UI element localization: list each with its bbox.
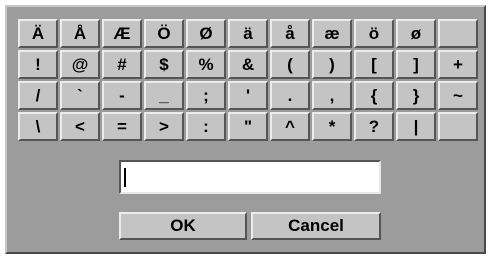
- char-key[interactable]: {: [354, 81, 394, 110]
- char-key[interactable]: `: [60, 81, 100, 110]
- text-cursor: [124, 168, 126, 187]
- ok-button[interactable]: OK: [119, 212, 247, 240]
- char-key[interactable]: ö: [354, 19, 394, 48]
- character-picker-dialog: Ä Å Æ Ö Ø ä å æ ö ø ! @ # $ % & ( ) [ ] …: [5, 5, 486, 254]
- char-key[interactable]: ä: [228, 19, 268, 48]
- char-key[interactable]: #: [102, 50, 142, 79]
- char-key[interactable]: (: [270, 50, 310, 79]
- char-key[interactable]: Ö: [144, 19, 184, 48]
- blank-key[interactable]: [438, 19, 478, 48]
- char-key[interactable]: %: [186, 50, 226, 79]
- char-key[interactable]: ): [312, 50, 352, 79]
- char-key[interactable]: |: [396, 112, 436, 141]
- char-key[interactable]: \: [18, 112, 58, 141]
- char-key[interactable]: Ä: [18, 19, 58, 48]
- char-key[interactable]: }: [396, 81, 436, 110]
- char-key[interactable]: ~: [438, 81, 478, 110]
- char-key[interactable]: ^: [270, 112, 310, 141]
- char-key[interactable]: ": [228, 112, 268, 141]
- char-key[interactable]: Æ: [102, 19, 142, 48]
- char-key[interactable]: .: [270, 81, 310, 110]
- char-key[interactable]: ]: [396, 50, 436, 79]
- blank-key[interactable]: [438, 112, 478, 141]
- char-key[interactable]: <: [60, 112, 100, 141]
- char-key[interactable]: $: [144, 50, 184, 79]
- char-key[interactable]: :: [186, 112, 226, 141]
- character-key-grid: Ä Å Æ Ö Ø ä å æ ö ø ! @ # $ % & ( ) [ ] …: [18, 19, 482, 141]
- char-key[interactable]: [: [354, 50, 394, 79]
- char-key[interactable]: Ø: [186, 19, 226, 48]
- char-key[interactable]: å: [270, 19, 310, 48]
- char-key[interactable]: !: [18, 50, 58, 79]
- char-key[interactable]: ?: [354, 112, 394, 141]
- char-key[interactable]: >: [144, 112, 184, 141]
- char-key[interactable]: ;: [186, 81, 226, 110]
- char-key[interactable]: ': [228, 81, 268, 110]
- char-key[interactable]: Å: [60, 19, 100, 48]
- char-key[interactable]: &: [228, 50, 268, 79]
- char-key[interactable]: +: [438, 50, 478, 79]
- char-key[interactable]: *: [312, 112, 352, 141]
- char-key[interactable]: =: [102, 112, 142, 141]
- char-key[interactable]: /: [18, 81, 58, 110]
- char-key[interactable]: ,: [312, 81, 352, 110]
- char-key[interactable]: ø: [396, 19, 436, 48]
- char-key[interactable]: @: [60, 50, 100, 79]
- char-key[interactable]: _: [144, 81, 184, 110]
- char-key[interactable]: æ: [312, 19, 352, 48]
- char-key[interactable]: -: [102, 81, 142, 110]
- cancel-button[interactable]: Cancel: [251, 212, 381, 240]
- text-entry-field[interactable]: [119, 160, 381, 194]
